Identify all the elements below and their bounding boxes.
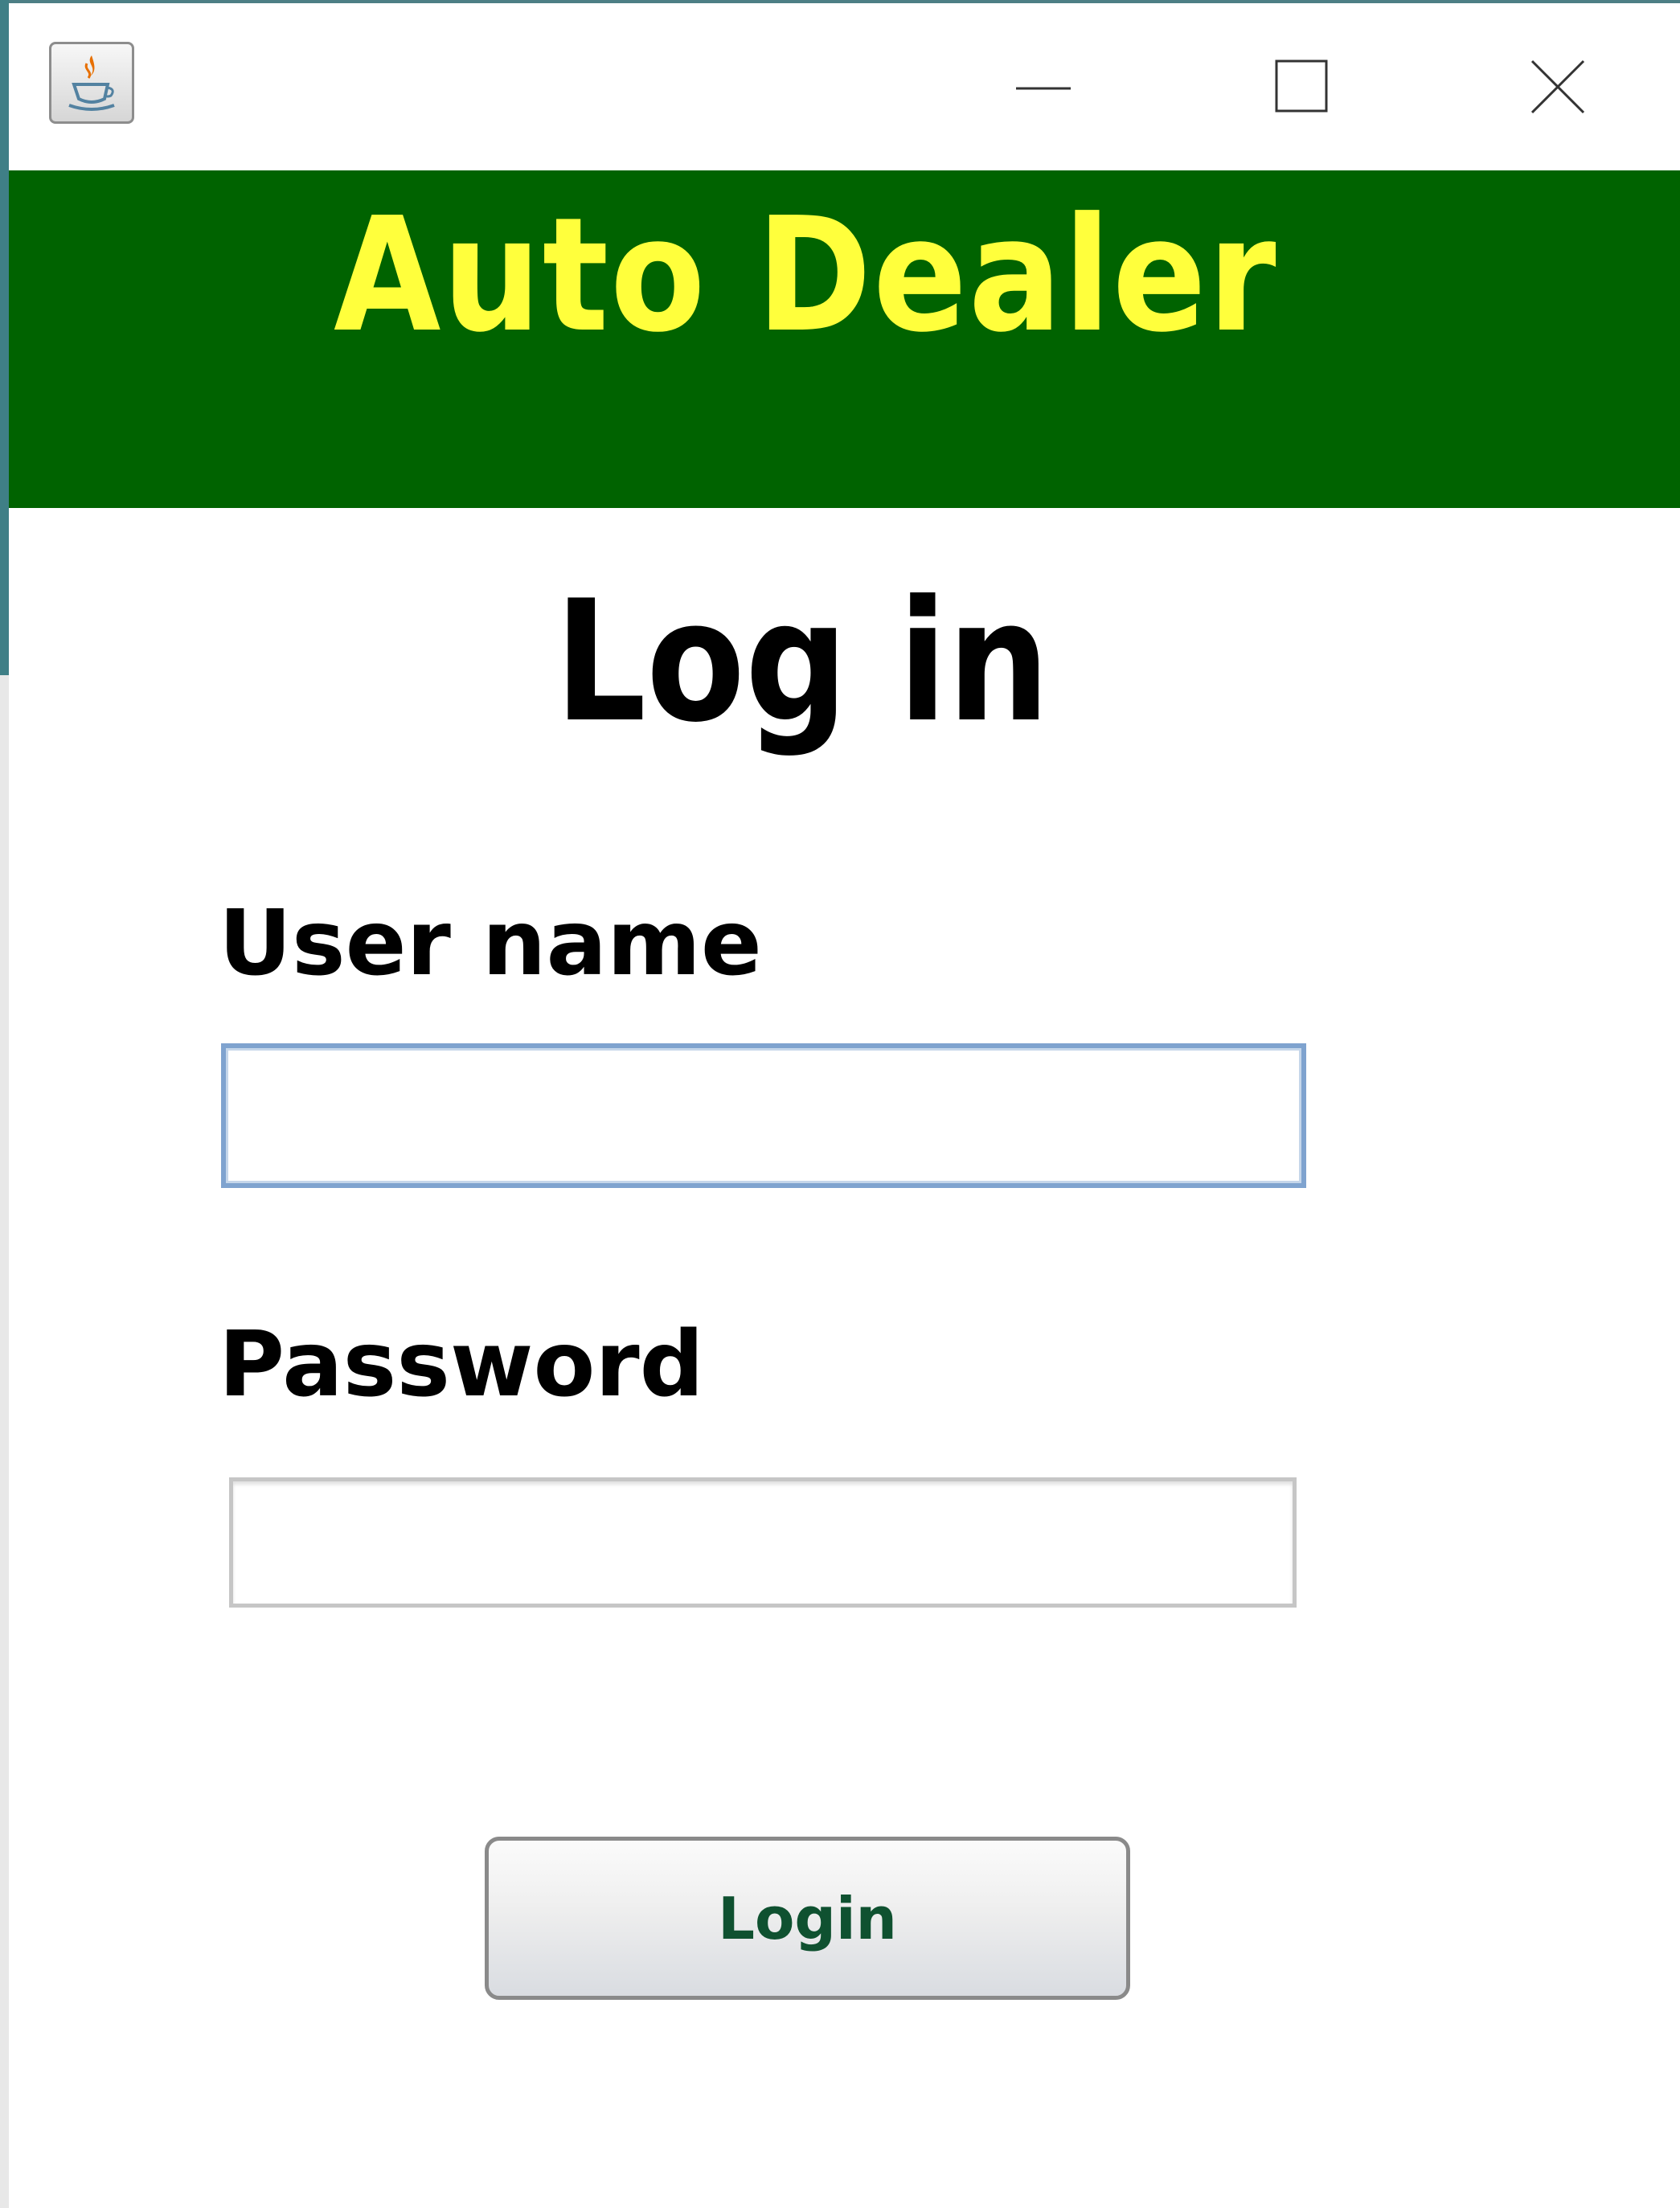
title-bar[interactable] — [9, 3, 1680, 170]
app-title: Auto Dealer — [334, 184, 1278, 367]
close-icon — [1530, 59, 1585, 114]
maximize-icon — [1275, 59, 1328, 113]
username-label: User name — [219, 891, 762, 996]
page-title: Log in — [555, 565, 1050, 760]
login-button[interactable]: Login — [485, 1837, 1130, 2000]
login-window: Auto Dealer Log in User name Password Lo… — [0, 0, 1680, 2208]
password-label: Password — [219, 1313, 704, 1417]
password-input[interactable] — [229, 1477, 1297, 1608]
close-button[interactable] — [1494, 3, 1622, 170]
minimize-button[interactable] — [979, 3, 1108, 170]
window-left-edge-lower — [0, 675, 9, 2208]
minimize-icon — [1016, 87, 1071, 90]
window-left-edge — [0, 0, 9, 675]
java-cup-icon[interactable] — [49, 42, 134, 124]
username-input[interactable] — [221, 1043, 1306, 1188]
maximize-button[interactable] — [1236, 3, 1365, 170]
